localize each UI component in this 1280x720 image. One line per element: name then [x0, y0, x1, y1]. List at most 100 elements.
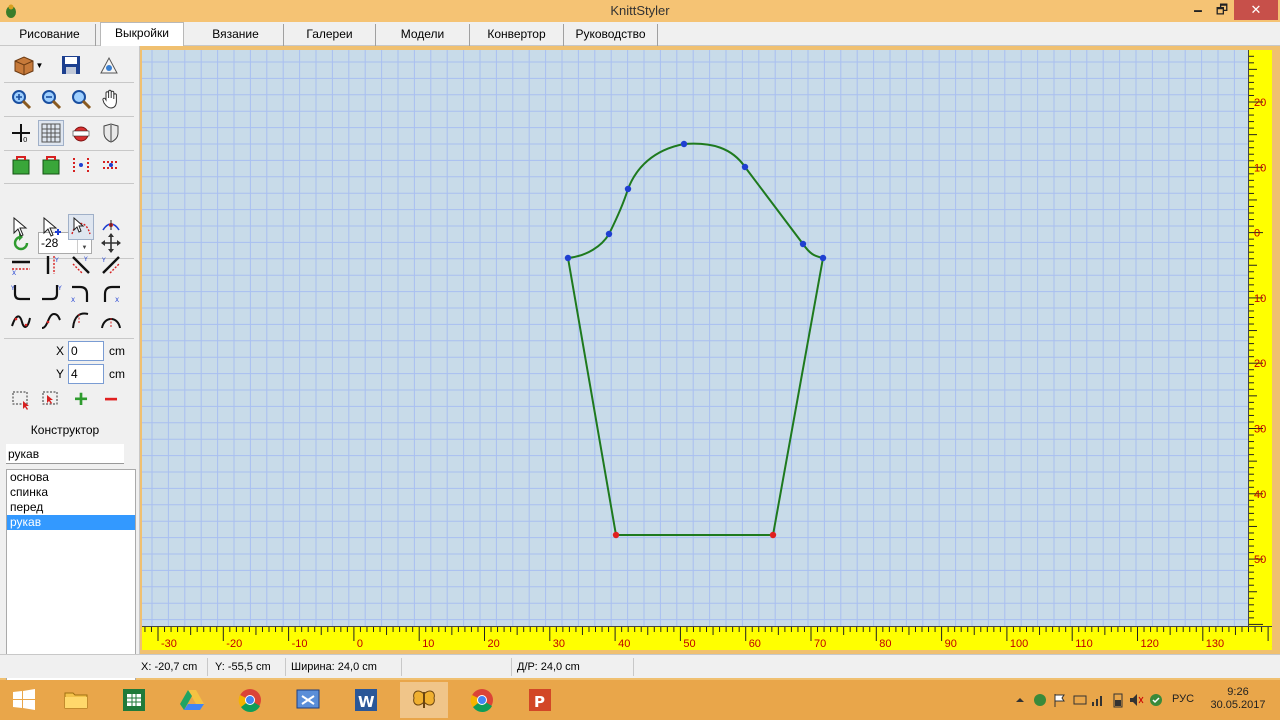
armhole-curve-button[interactable]: [68, 308, 94, 334]
control-point[interactable]: [819, 254, 827, 262]
grid-toggle-button[interactable]: [38, 120, 64, 146]
tab-galleries[interactable]: Галереи: [284, 24, 376, 46]
taskbar: W P РУС 9:26 30.05.2017: [0, 680, 1280, 720]
window-title: KnittStyler: [610, 3, 670, 18]
ruler-label: -10: [292, 638, 308, 650]
flag-tray-icon[interactable]: [1052, 692, 1068, 708]
add-point-button[interactable]: [38, 214, 64, 240]
control-point[interactable]: [564, 254, 572, 262]
pattern-name-input[interactable]: [6, 444, 124, 464]
copy-right-button[interactable]: [38, 152, 64, 178]
google-drive-button[interactable]: [168, 682, 216, 718]
y-label: Y: [56, 367, 65, 381]
separator: [4, 82, 134, 83]
maximize-button[interactable]: 🗗: [1210, 0, 1234, 20]
network-tray-icon[interactable]: [1032, 692, 1048, 708]
start-button[interactable]: [0, 682, 48, 718]
origin-button[interactable]: 0: [8, 120, 34, 146]
select-area-button[interactable]: [8, 387, 34, 413]
menu-bar: Рисование Выкройки Вязание Галереи Модел…: [0, 22, 1280, 46]
tab-drawing[interactable]: Рисование: [4, 24, 96, 46]
tab-patterns[interactable]: Выкройки: [100, 22, 184, 46]
powerpoint-button[interactable]: P: [516, 682, 564, 718]
security-tray-icon[interactable]: [1148, 692, 1164, 708]
control-point[interactable]: [680, 140, 688, 148]
tab-models[interactable]: Модели: [376, 24, 470, 46]
show-hidden-icons-icon[interactable]: [1012, 692, 1028, 708]
sleeve-outline[interactable]: [566, 142, 825, 536]
print-preview-button[interactable]: [96, 52, 122, 78]
zoom-fit-button[interactable]: [68, 86, 94, 112]
list-item[interactable]: основа: [7, 470, 135, 485]
tab-knitting[interactable]: Вязание: [188, 24, 284, 46]
sleeve-cap-curve-button[interactable]: [98, 308, 124, 334]
wave-curve-button[interactable]: [8, 308, 34, 334]
shield-tool-button[interactable]: [98, 120, 124, 146]
node-tool-button[interactable]: [98, 214, 124, 240]
corner-top-left-button[interactable]: X: [68, 280, 94, 306]
chrome-button[interactable]: [226, 682, 274, 718]
input-language-indicator[interactable]: РУС: [1172, 693, 1194, 705]
control-point[interactable]: [741, 163, 749, 171]
zoom-in-icon: [12, 90, 32, 110]
deselect-area-button[interactable]: [38, 387, 64, 413]
control-point[interactable]: [799, 240, 807, 248]
corner-left-button[interactable]: Y: [8, 280, 34, 306]
word-button[interactable]: W: [342, 682, 390, 718]
copy-left-button[interactable]: [8, 152, 34, 178]
pattern-drawing[interactable]: [142, 50, 1248, 626]
y-coordinate-input[interactable]: [68, 364, 104, 384]
sync-tray-icon[interactable]: [1072, 692, 1088, 708]
ruler-label: 70: [814, 638, 826, 650]
horizontal-line-button[interactable]: X: [8, 252, 34, 278]
tab-converter[interactable]: Конвертор: [470, 24, 564, 46]
x-coordinate-input[interactable]: [68, 341, 104, 361]
wifi-tray-icon[interactable]: [1090, 692, 1106, 708]
open-pattern-button[interactable]: ▼: [8, 52, 48, 78]
list-item[interactable]: перед: [7, 500, 135, 515]
close-button[interactable]: ✕: [1234, 0, 1278, 20]
knittstyler-taskbar-button[interactable]: [400, 682, 448, 718]
vertical-line-button[interactable]: Y: [38, 252, 64, 278]
ruler-label: 20: [1254, 97, 1266, 109]
chevron-down-icon: ▼: [35, 60, 44, 70]
diagonal-down-line-button[interactable]: Y: [68, 252, 94, 278]
select-point-button[interactable]: [8, 214, 34, 240]
edit-curve-button[interactable]: [68, 214, 94, 240]
end-point[interactable]: [769, 531, 777, 539]
snipping-tool-icon: [296, 689, 320, 709]
drawing-canvas[interactable]: [142, 50, 1248, 626]
list-item[interactable]: спинка: [7, 485, 135, 500]
measure-tape-button[interactable]: [68, 120, 94, 146]
battery-tray-icon[interactable]: [1110, 692, 1126, 708]
chrome-second-button[interactable]: [458, 682, 506, 718]
green-pattern-icon: [42, 156, 60, 175]
remove-point-minus-button[interactable]: −: [98, 386, 124, 413]
minimize-button[interactable]: 🗕: [1186, 0, 1210, 20]
system-clock[interactable]: 9:26 30.05.2017: [1210, 686, 1266, 712]
ruler-label: 50: [1254, 554, 1266, 566]
control-point[interactable]: [624, 185, 632, 193]
corner-top-right-button[interactable]: X: [98, 280, 124, 306]
clock-date: 30.05.2017: [1210, 699, 1266, 711]
zoom-in-button[interactable]: [8, 86, 34, 112]
corner-right-button[interactable]: Y: [38, 280, 64, 306]
clock-time: 9:26: [1227, 686, 1249, 698]
add-point-plus-button[interactable]: +: [68, 386, 94, 413]
control-point[interactable]: [605, 230, 613, 238]
list-item-selected[interactable]: рукав: [7, 515, 135, 530]
s-curve-button[interactable]: [38, 308, 64, 334]
snipping-tool-button[interactable]: [284, 682, 332, 718]
pan-button[interactable]: [98, 86, 124, 112]
mirror-vertical-button[interactable]: [68, 152, 94, 178]
zoom-out-button[interactable]: [38, 86, 64, 112]
save-button[interactable]: [58, 52, 84, 78]
end-point[interactable]: [612, 531, 620, 539]
excel-button[interactable]: [110, 682, 158, 718]
corner-curve-icon: Y: [10, 285, 30, 301]
tab-manual[interactable]: Руководство: [564, 24, 658, 46]
file-explorer-button[interactable]: [52, 682, 100, 718]
mirror-horizontal-button[interactable]: [98, 152, 124, 178]
diagonal-up-line-button[interactable]: Y: [98, 252, 124, 278]
volume-tray-icon[interactable]: [1128, 692, 1144, 708]
